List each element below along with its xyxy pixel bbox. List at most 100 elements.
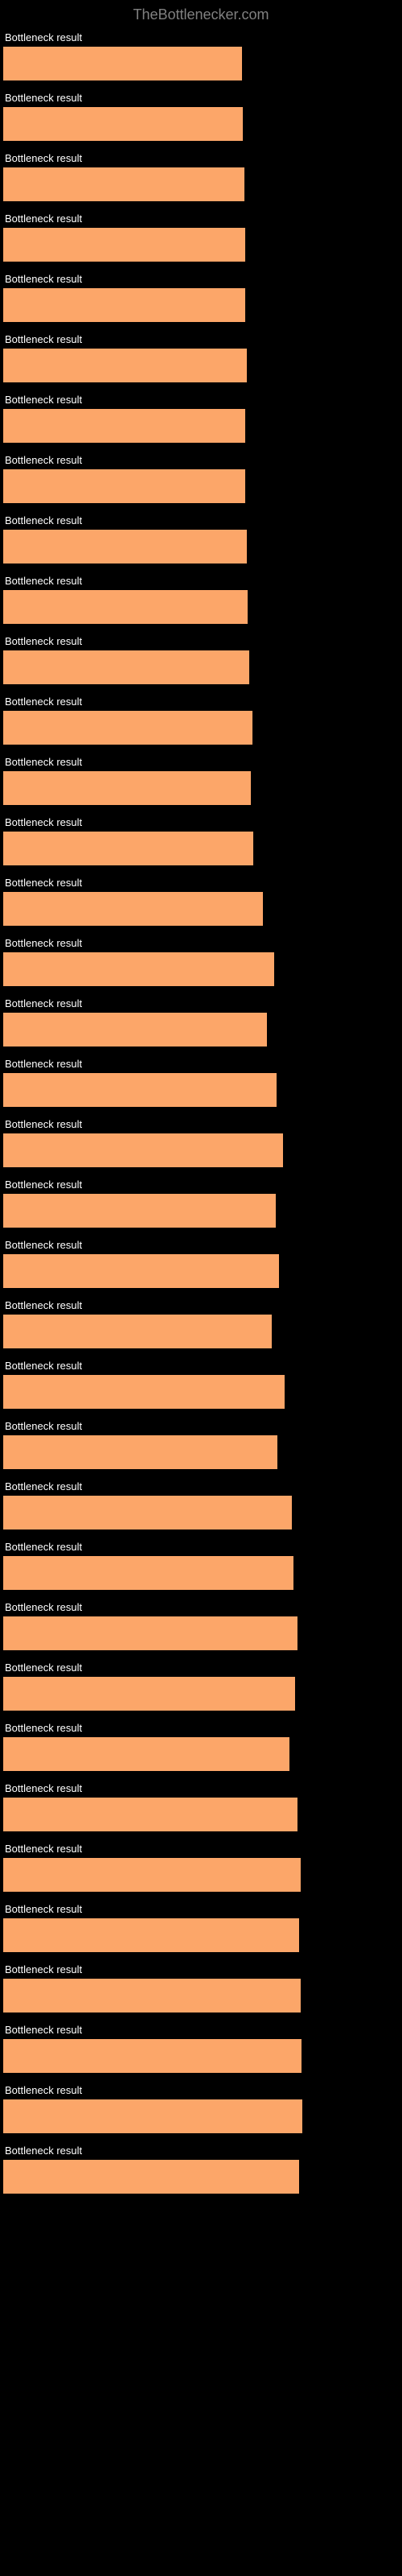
bar-value: 78.8%	[309, 1988, 345, 2003]
bar-row: Bottleneck result64.7%	[0, 568, 402, 624]
bar-value: 78.7%	[309, 1868, 345, 1882]
bar-value: 77.9%	[306, 1626, 342, 1641]
bar-label: Bottleneck result	[0, 689, 402, 711]
bar-track: 78.8%	[3, 1979, 381, 2013]
bar-fill	[3, 1737, 289, 1771]
bar-label: Bottleneck result	[0, 25, 402, 47]
bar-track: 66%	[3, 711, 381, 745]
bar-row: Bottleneck result72.6%	[0, 1414, 402, 1469]
bar-fill	[3, 1133, 283, 1167]
bar-fill	[3, 650, 249, 684]
bar-fill	[3, 952, 274, 986]
bar-label: Bottleneck result	[0, 327, 402, 349]
bar-value: 69.7%	[275, 1022, 311, 1037]
bar-value: 64.1%	[253, 479, 289, 493]
bar-value: 66.1%	[261, 841, 297, 856]
chart-container: Bottleneck result63.2%Bottleneck result6…	[0, 25, 402, 2215]
bar-fill	[3, 1677, 295, 1711]
bar-row: Bottleneck result76.3%	[0, 1474, 402, 1530]
bar-label: Bottleneck result	[0, 1595, 402, 1616]
bar-row: Bottleneck result 75.8%	[0, 1715, 402, 1771]
bar-value: 64.7%	[256, 600, 292, 614]
bar-label: Bottleneck result	[0, 1414, 402, 1435]
bar-fill	[3, 1979, 301, 2013]
bar-value: 63.4%	[251, 117, 287, 131]
bar-label: Bottleneck result	[0, 1112, 402, 1133]
bar-track: 64.1%	[3, 409, 381, 443]
bar-value: 64.5%	[255, 539, 291, 554]
bar-value: 78.3%	[307, 2169, 343, 2184]
bar-track: 63.2%	[3, 47, 381, 80]
bar-value: 71.6%	[282, 962, 318, 976]
bar-row: Bottleneck result65.6%	[0, 749, 402, 805]
bar-row: Bottleneck result71.1%	[0, 1293, 402, 1348]
bar-value: 64%	[253, 298, 279, 312]
bar-row: Bottleneck result 64.5%	[0, 508, 402, 564]
bar-value: 76.3%	[300, 1505, 336, 1520]
bar-row: Bottleneck result 78.8%	[0, 1957, 402, 2013]
bar-value: 72.4%	[285, 1083, 321, 1097]
bar-fill	[3, 409, 245, 443]
bar-row: Bottleneck result72.4%	[0, 1051, 402, 1107]
bar-label: Bottleneck result	[0, 448, 402, 469]
bar-value: 75.8%	[297, 1747, 334, 1761]
bar-track: 64.5%	[3, 349, 381, 382]
bar-fill	[3, 771, 251, 805]
bar-fill	[3, 711, 252, 745]
bar-track: 64.1%	[3, 228, 381, 262]
bar-track: 66.1%	[3, 832, 381, 865]
bar-label: Bottleneck result	[0, 810, 402, 832]
bar-row: Bottleneck result71.6%	[0, 931, 402, 986]
bar-track: 71.6%	[3, 952, 381, 986]
bar-value: 65.6%	[259, 781, 295, 795]
bar-fill	[3, 832, 253, 865]
bar-label: Bottleneck result	[0, 266, 402, 288]
bar-row: Bottleneck result79%	[0, 2017, 402, 2073]
bar-row: Bottleneck result64.1%	[0, 206, 402, 262]
bar-track: 73%	[3, 1254, 381, 1288]
bar-label: Bottleneck result	[0, 2078, 402, 2099]
bar-track: 76.8%	[3, 1556, 381, 1590]
bar-label: Bottleneck result	[0, 1293, 402, 1315]
bar-value: 64.1%	[253, 237, 289, 252]
bar-fill	[3, 1435, 277, 1469]
bar-value: 63.8%	[252, 177, 289, 192]
bar-fill	[3, 1858, 301, 1892]
bar-label: Bottleneck result	[0, 1715, 402, 1737]
bar-row: Bottleneck result66%	[0, 689, 402, 745]
bar-fill	[3, 228, 245, 262]
bar-row: Bottleneck result 69.7%	[0, 991, 402, 1046]
bar-row: Bottleneck result64.1%	[0, 387, 402, 443]
bar-track: 63.8%	[3, 167, 381, 201]
bar-track: 77.9%	[3, 1616, 381, 1650]
bar-row: Bottleneck result 77.9%	[0, 1595, 402, 1650]
bar-track: 79.2%	[3, 2099, 381, 2133]
bar-track: 72.2%	[3, 1194, 381, 1228]
bar-label: Bottleneck result	[0, 1534, 402, 1556]
bar-label: Bottleneck result	[0, 508, 402, 530]
bar-track: 78.3%	[3, 2160, 381, 2194]
bar-row: Bottleneck result63.8%	[0, 146, 402, 201]
bar-value: 79.2%	[310, 2109, 347, 2124]
bar-fill	[3, 2160, 299, 2194]
bar-fill	[3, 1918, 299, 1952]
bar-track: 72.6%	[3, 1435, 381, 1469]
bar-label: Bottleneck result	[0, 629, 402, 650]
bar-row: Bottleneck result76.8%	[0, 1534, 402, 1590]
bar-label: Bottleneck result	[0, 85, 402, 107]
bar-row: Bottleneck result78.3%	[0, 2138, 402, 2194]
bar-row: Bottleneck result72.2%	[0, 1172, 402, 1228]
bar-fill	[3, 2099, 302, 2133]
bar-row: Bottleneck result74%	[0, 1112, 402, 1167]
bar-row: Bottleneck result64.5%	[0, 327, 402, 382]
bar-row: Bottleneck result78.4%	[0, 1897, 402, 1952]
bar-row: Bottleneck result77.8%	[0, 1776, 402, 1831]
bar-label: Bottleneck result	[0, 991, 402, 1013]
bar-label: Bottleneck result	[0, 387, 402, 409]
bar-label: Bottleneck result	[0, 1776, 402, 1798]
bar-track: 65.6%	[3, 771, 381, 805]
bar-track: 64%	[3, 288, 381, 322]
bar-track: 63.4%	[3, 107, 381, 141]
bar-row: Bottleneck result77.2%	[0, 1655, 402, 1711]
bar-label: Bottleneck result	[0, 1957, 402, 1979]
